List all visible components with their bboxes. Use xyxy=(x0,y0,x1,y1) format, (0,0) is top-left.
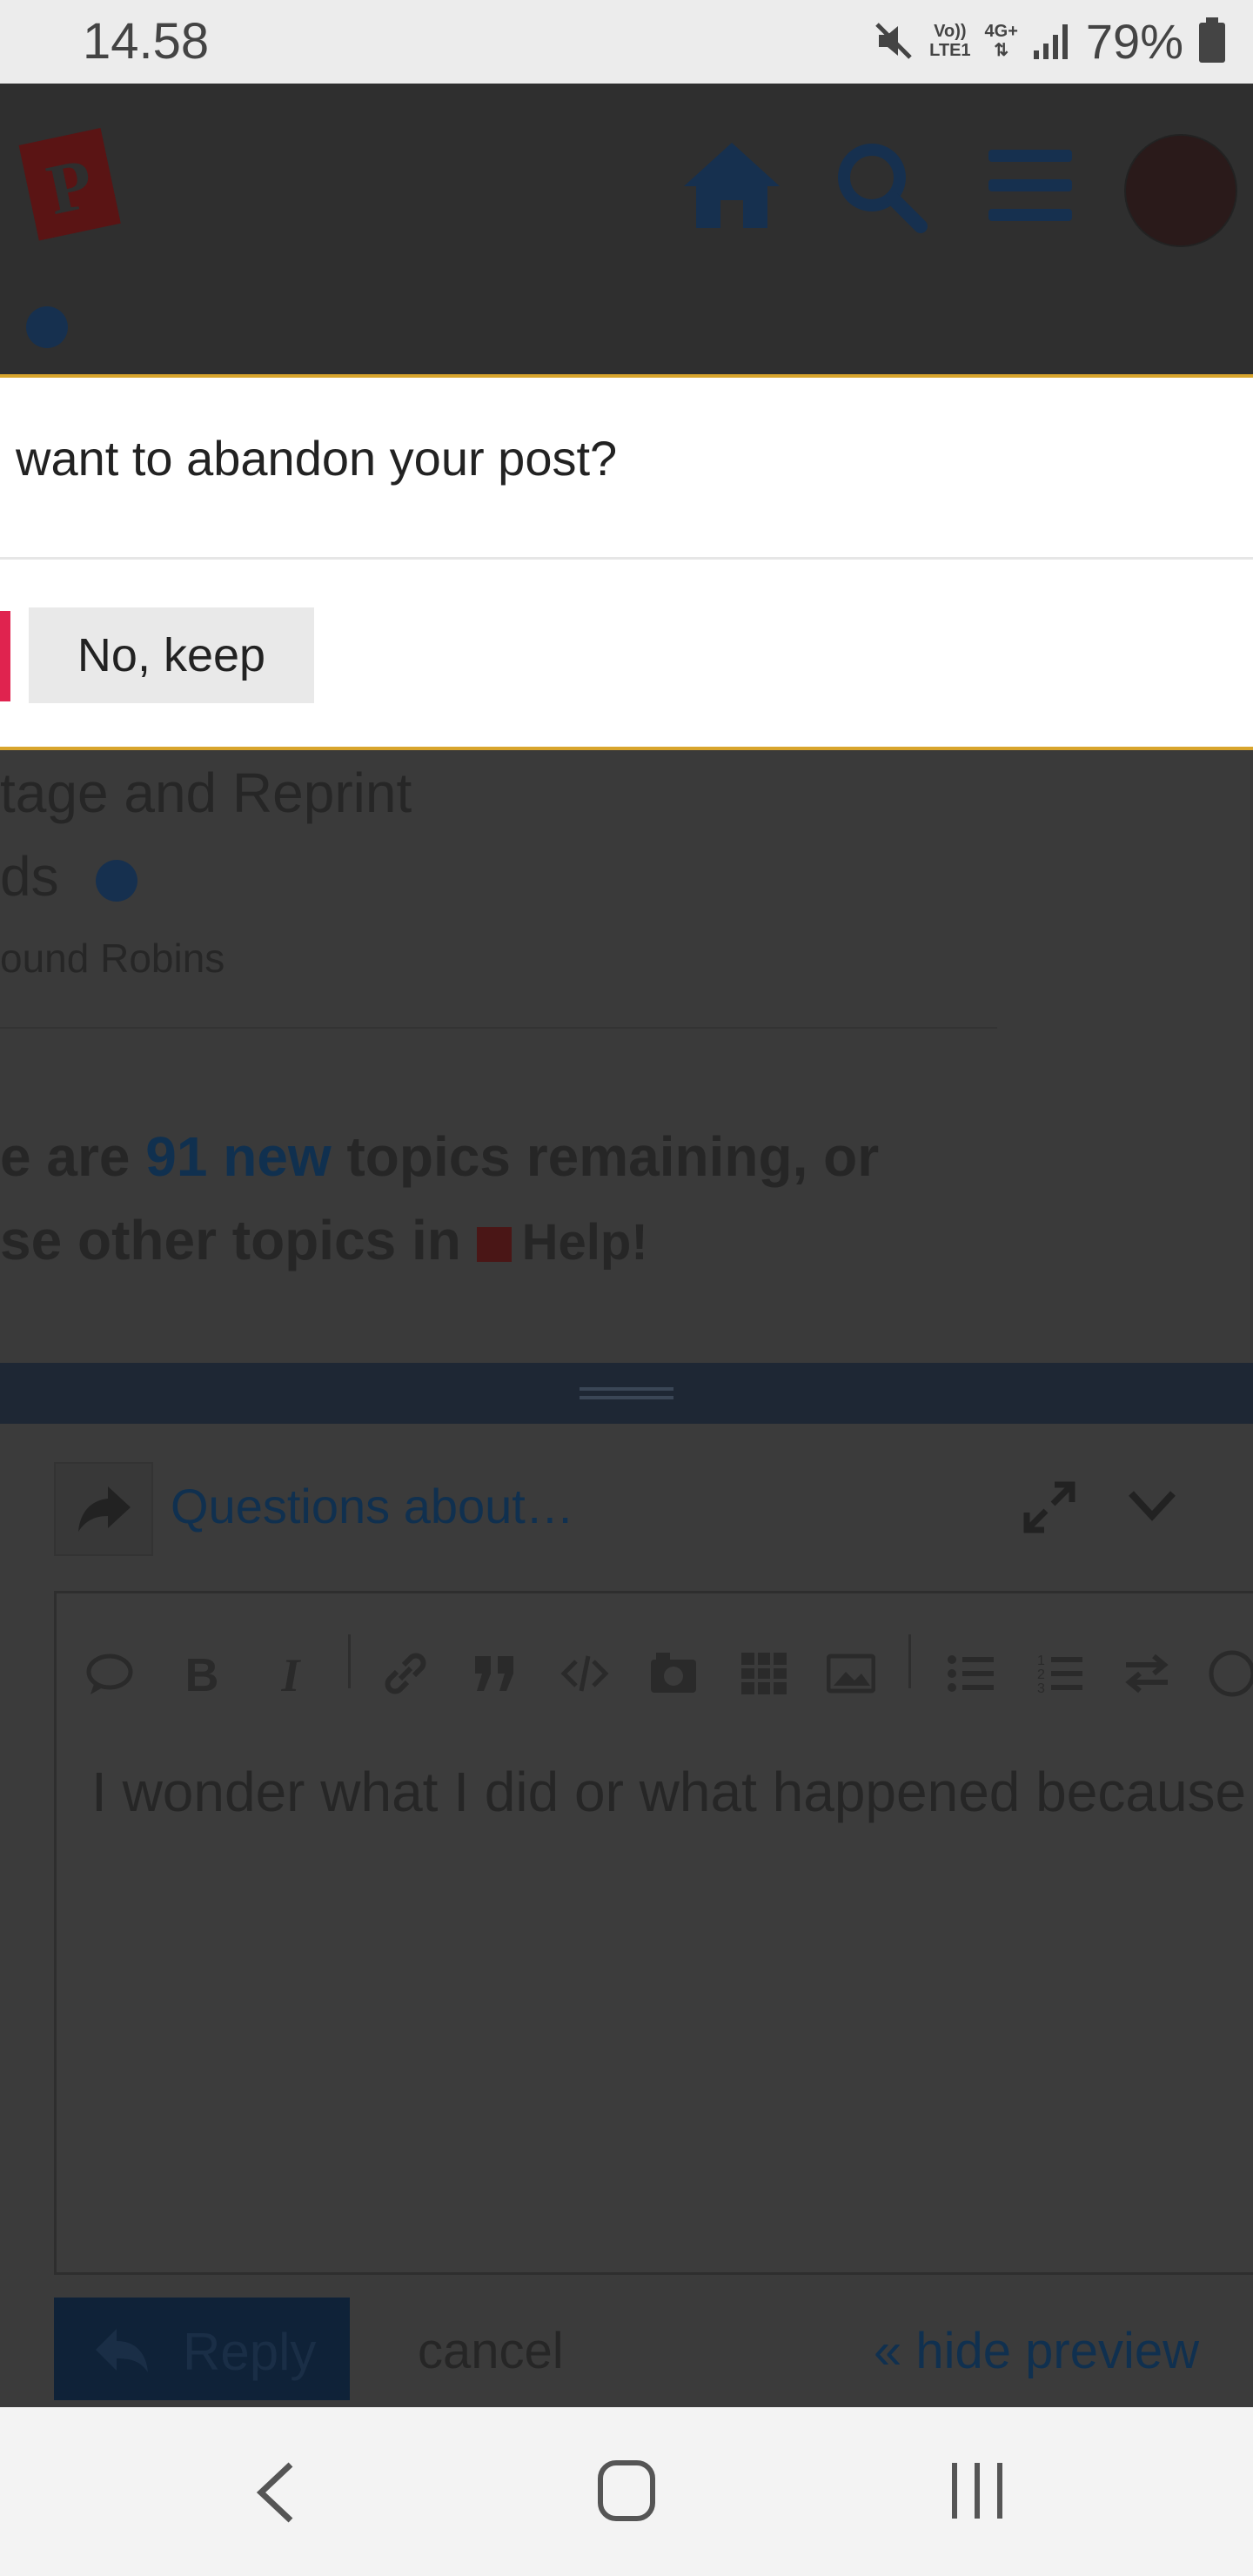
image-icon[interactable] xyxy=(827,1649,875,1698)
status-bar: 14.58 Vo)) LTE1 4G+ ⇅ 79% xyxy=(0,0,1253,84)
share-icon xyxy=(78,1486,131,1532)
category-badge-icon xyxy=(476,1227,512,1263)
italic-icon[interactable]: I xyxy=(266,1649,315,1698)
fullscreen-icon[interactable] xyxy=(1023,1481,1075,1533)
keep-post-button[interactable]: No, keep xyxy=(29,607,314,703)
menu-icon[interactable] xyxy=(988,146,1072,225)
bullet-list-icon[interactable] xyxy=(947,1649,995,1698)
swap-direction-icon[interactable] xyxy=(1122,1649,1171,1698)
suggested-line1-post: topics remaining, or xyxy=(331,1125,880,1188)
emoji-icon[interactable] xyxy=(1208,1649,1253,1698)
topic-list: tage and Reprint ds ound Robins e are 91… xyxy=(0,750,1253,1365)
reply-title[interactable]: Questions about… xyxy=(171,1478,574,1534)
battery-percent: 79% xyxy=(1085,13,1183,69)
svg-text:1: 1 xyxy=(1037,1654,1045,1668)
data-arrows-icon: ⇅ xyxy=(994,41,1009,60)
search-icon[interactable] xyxy=(834,139,929,235)
blockquote-icon[interactable] xyxy=(470,1649,519,1698)
unread-dot xyxy=(26,306,68,348)
suggested-line2-pre: se other topics in xyxy=(0,1209,477,1271)
home-icon[interactable] xyxy=(677,138,787,233)
chevron-down-icon[interactable] xyxy=(1128,1488,1176,1523)
toolbar-separator-2 xyxy=(908,1634,911,1688)
back-icon[interactable] xyxy=(252,2459,301,2526)
numbered-list-icon[interactable]: 123 xyxy=(1035,1649,1084,1698)
home-button-icon[interactable] xyxy=(597,2459,656,2522)
network-lte: LTE1 xyxy=(929,41,971,60)
data-type: 4G+ xyxy=(984,22,1018,41)
status-time: 14.58 xyxy=(83,13,210,70)
topic-divider xyxy=(0,1027,997,1029)
battery-icon xyxy=(1199,17,1225,63)
link-icon[interactable] xyxy=(381,1649,430,1698)
suggested-line2: se other topics in Help! xyxy=(0,1208,648,1272)
code-icon[interactable] xyxy=(560,1649,609,1698)
hide-preview-link[interactable]: « hide preview xyxy=(874,2322,1199,2380)
status-icons: Vo)) LTE1 4G+ ⇅ 79% xyxy=(872,10,1227,71)
quote-bubble-icon[interactable] xyxy=(85,1649,134,1698)
composer-grip[interactable] xyxy=(0,1363,1253,1424)
grip-line-bottom xyxy=(580,1396,673,1399)
modal-message: want to abandon your post? xyxy=(16,431,618,486)
svg-text:3: 3 xyxy=(1037,1681,1045,1696)
grip-line-top xyxy=(580,1387,673,1391)
cancel-link[interactable]: cancel xyxy=(418,2322,564,2380)
table-icon[interactable] xyxy=(740,1649,788,1698)
system-nav-bar xyxy=(0,2407,1253,2576)
help-category-link[interactable]: Help! xyxy=(522,1214,648,1271)
recent-apps-icon[interactable] xyxy=(948,2459,1006,2522)
svg-text:2: 2 xyxy=(1037,1667,1045,1682)
bold-icon[interactable]: B xyxy=(178,1649,226,1698)
mute-icon xyxy=(875,23,912,59)
topic-category[interactable]: ound Robins xyxy=(0,935,224,982)
signal-icon xyxy=(1033,24,1068,59)
upload-image-icon[interactable] xyxy=(649,1649,698,1698)
app-header: P xyxy=(0,84,1253,376)
reply-action-dropdown[interactable] xyxy=(54,1462,153,1556)
data-type-label: 4G+ ⇅ xyxy=(985,22,1018,60)
new-topics-link[interactable]: 91 new xyxy=(145,1125,331,1188)
site-logo[interactable]: P xyxy=(12,118,125,249)
abandon-post-modal: want to abandon your post? No, keep xyxy=(0,374,1253,750)
abandon-button[interactable] xyxy=(0,611,10,701)
network-label: Vo)) LTE1 xyxy=(929,22,970,60)
toolbar-separator xyxy=(348,1634,351,1688)
avatar[interactable] xyxy=(1124,134,1237,247)
svg-text:B: B xyxy=(185,1649,219,1698)
svg-text:I: I xyxy=(280,1649,301,1698)
suggested-line1-pre: e are xyxy=(0,1125,146,1188)
reply-icon xyxy=(96,2329,148,2372)
reply-button-label: Reply xyxy=(183,2323,317,2381)
topic-title-line2[interactable]: ds xyxy=(0,844,59,909)
reply-button[interactable]: Reply xyxy=(54,2298,350,2400)
suggested-line1: e are 91 new topics remaining, or xyxy=(0,1124,879,1189)
topic-title-line1[interactable]: tage and Reprint xyxy=(0,761,412,825)
editor-text[interactable]: I wonder what I did or what happened bec… xyxy=(91,1760,1246,1824)
topic-unread-dot xyxy=(96,860,137,902)
composer: Questions about… I wonder what I did or … xyxy=(0,1424,1253,2407)
modal-divider xyxy=(0,557,1253,560)
network-volte: Vo)) xyxy=(934,22,967,41)
